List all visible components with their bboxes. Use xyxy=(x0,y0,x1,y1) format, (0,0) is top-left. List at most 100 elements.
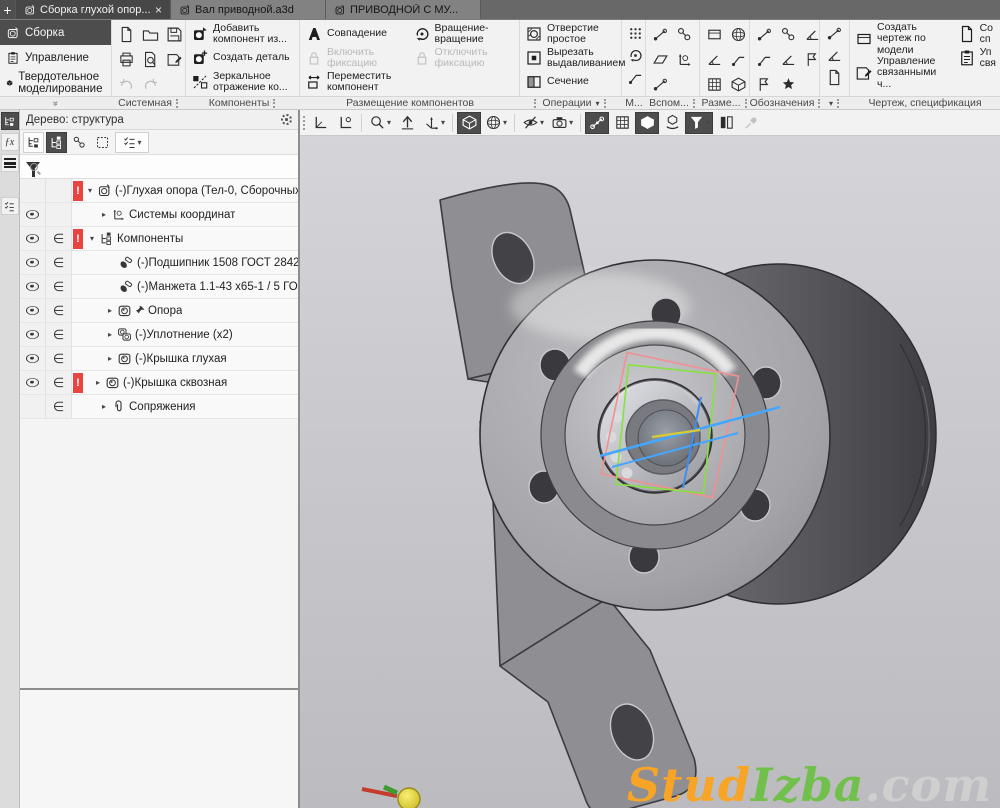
notation-mark-icon[interactable] xyxy=(753,49,775,71)
drag-handle[interactable] xyxy=(273,99,277,108)
tree-row-bearing[interactable]: ∈ (-)Подшипник 1508 ГОСТ 28428-9 xyxy=(20,251,298,275)
open-button[interactable] xyxy=(139,24,161,46)
print-preview-button[interactable] xyxy=(139,49,161,71)
expander-icon[interactable]: ▾ xyxy=(86,234,98,243)
drag-handle[interactable] xyxy=(176,99,180,108)
coincide-button[interactable]: Совпадение xyxy=(302,22,410,46)
inclusion-cell[interactable]: ∈ xyxy=(46,275,72,298)
print-button[interactable] xyxy=(115,49,137,71)
enable-fixation-button[interactable]: Включить фиксацию xyxy=(302,46,410,70)
eyedropper-button[interactable] xyxy=(739,112,763,134)
sketch-on-face-button[interactable] xyxy=(333,112,357,134)
clip-region-button[interactable] xyxy=(610,112,634,134)
sketch-button[interactable] xyxy=(308,112,332,134)
aux-spline-icon[interactable] xyxy=(649,74,671,96)
tree-row-mates[interactable]: ∈ ▸ Сопряжения xyxy=(20,395,298,419)
expander-icon[interactable]: ▸ xyxy=(104,306,116,315)
dim-angular-icon[interactable] xyxy=(703,49,725,71)
drag-handle[interactable] xyxy=(303,116,307,130)
tree-row-seal-x2[interactable]: ∈ ▸ (-)Уплотнение (x2) xyxy=(20,323,298,347)
display-shaded-button[interactable] xyxy=(457,112,481,134)
inclusion-cell[interactable]: ∈ xyxy=(46,347,72,370)
array-pattern-icon[interactable] xyxy=(624,22,646,44)
expander-icon[interactable]: ▸ xyxy=(98,210,110,219)
misc-sheet-icon[interactable] xyxy=(824,66,846,88)
dim-radial-icon[interactable] xyxy=(727,24,749,46)
tree-row-seal-cuff[interactable]: ∈ (-)Манжета 1.1-43 x65-1 / 5 ГОСТ xyxy=(20,275,298,299)
tree-row-through-cover[interactable]: ∈ ! ▸ (-)Крышка сквозная xyxy=(20,371,298,395)
aux-point-icon[interactable] xyxy=(673,24,695,46)
new-tab-button[interactable]: + xyxy=(0,0,16,19)
undo-button[interactable] xyxy=(115,74,137,96)
create-specification-button[interactable]: Сосп xyxy=(955,22,998,46)
dim-linear-icon[interactable] xyxy=(703,24,725,46)
array-curve-icon[interactable] xyxy=(624,44,646,66)
drag-handle[interactable] xyxy=(837,99,841,108)
inclusion-cell[interactable]: ∈ xyxy=(46,227,72,250)
aux-local-cs-icon[interactable] xyxy=(673,49,695,71)
inclusion-cell[interactable]: ∈ xyxy=(46,299,72,322)
dropdown-caret[interactable]: ▾ xyxy=(596,99,600,108)
visibility-cell[interactable] xyxy=(20,275,46,298)
visibility-cell[interactable] xyxy=(20,347,46,370)
tree-mode-composition-button[interactable] xyxy=(46,132,67,153)
drag-handle[interactable] xyxy=(534,99,538,108)
zoom-button[interactable]: ▾ xyxy=(366,112,394,134)
hide-objects-button[interactable]: ▾ xyxy=(519,112,547,134)
tree-search-input[interactable] xyxy=(46,158,294,176)
notation-flag-icon[interactable] xyxy=(753,74,775,96)
visibility-cell[interactable] xyxy=(20,203,46,226)
inclusion-cell[interactable]: ∈ xyxy=(46,371,72,394)
visibility-cell[interactable] xyxy=(20,323,46,346)
gear-icon[interactable] xyxy=(281,114,292,125)
tree-row-root[interactable]: ! ▾ (-)Глухая опора (Тел-0, Сборочных е xyxy=(20,179,298,203)
create-part-button[interactable]: Создать деталь xyxy=(188,46,297,70)
save-as-button[interactable] xyxy=(163,49,185,71)
move-component-button[interactable]: Переместить компонент xyxy=(302,70,410,94)
expander-icon[interactable]: ▸ xyxy=(92,378,104,387)
move-up-button[interactable] xyxy=(395,112,419,134)
visibility-cell[interactable] xyxy=(20,251,46,274)
redo-button[interactable] xyxy=(139,74,161,96)
expander-icon[interactable]: ▾ xyxy=(84,186,96,195)
menu-item-solid-modeling[interactable]: Твердотельное моделирование xyxy=(0,71,111,96)
display-wireframe-button[interactable]: ▾ xyxy=(482,112,510,134)
visibility-cell[interactable] xyxy=(20,371,46,394)
model-3d-view[interactable] xyxy=(300,136,1000,808)
add-component-button[interactable]: Добавить компонент из... xyxy=(188,22,297,46)
notation-datum-icon[interactable] xyxy=(777,24,799,46)
split-view-button[interactable] xyxy=(714,112,738,134)
section-button[interactable]: Сечение xyxy=(522,70,628,94)
drag-handle[interactable] xyxy=(693,99,697,108)
layers-panel-button[interactable] xyxy=(1,154,19,172)
variables-panel-button[interactable]: ƒx xyxy=(1,133,19,151)
rotation-rotation-button[interactable]: Вращение-вращение xyxy=(410,22,518,46)
tree-selection-button[interactable] xyxy=(92,132,113,153)
visibility-cell[interactable] xyxy=(20,227,46,250)
orientation-button[interactable]: ▾ xyxy=(420,112,448,134)
tab-shaft[interactable]: Вал приводной.a3d xyxy=(171,0,326,19)
dropdown-caret[interactable]: ▾ xyxy=(829,99,833,108)
tab-drive[interactable]: ПРИВОДНОЙ С МУ... xyxy=(326,0,481,19)
notation-roughness-icon[interactable] xyxy=(753,24,775,46)
aux-axis-icon[interactable] xyxy=(649,24,671,46)
tree-row-components[interactable]: ∈ ! ▾ Компоненты xyxy=(20,227,298,251)
inclusion-cell[interactable]: ∈ xyxy=(46,251,72,274)
tree-row-coordinate-systems[interactable]: ▸ Системы координат xyxy=(20,203,298,227)
tree-relations-button[interactable] xyxy=(69,132,90,153)
ribbon-collapse-button[interactable]: » xyxy=(0,97,112,109)
cut-extrude-button[interactable]: Вырезать выдавливанием xyxy=(522,46,628,70)
simple-hole-button[interactable]: Отверстие простое xyxy=(522,22,628,46)
tab-assembly-active[interactable]: Сборка глухой опор... × xyxy=(16,0,171,19)
visibility-cell[interactable] xyxy=(20,299,46,322)
inclusion-cell[interactable]: ∈ xyxy=(46,323,72,346)
disable-fixation-button[interactable]: Отключить фиксацию xyxy=(410,46,518,70)
new-document-button[interactable] xyxy=(115,24,137,46)
tree-mode-structure-button[interactable] xyxy=(23,132,44,153)
show-solids-button[interactable] xyxy=(635,112,659,134)
parameters-panel-button[interactable] xyxy=(1,197,19,215)
drag-handle[interactable] xyxy=(745,99,749,108)
camera-views-button[interactable]: ▾ xyxy=(548,112,576,134)
create-drawing-button[interactable]: Создать чертеж по модели xyxy=(852,22,955,56)
expander-icon[interactable]: ▸ xyxy=(104,330,116,339)
